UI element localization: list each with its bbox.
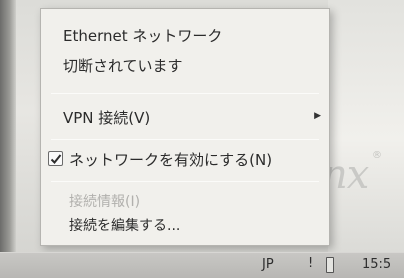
submenu-arrow-icon: ▶ (314, 111, 321, 121)
ethernet-header: Ethernet ネットワーク (41, 25, 329, 45)
enable-network-checkbox[interactable] (48, 151, 63, 166)
separator (51, 181, 319, 182)
clock[interactable]: 15:5 (362, 257, 391, 272)
separator (51, 139, 319, 140)
screen-bezel (0, 0, 16, 278)
enable-network-label: ネットワークを有効にする(N) (69, 151, 273, 169)
alert-icon[interactable]: ! (308, 256, 313, 271)
ethernet-header-label: Ethernet ネットワーク (63, 27, 223, 45)
desktop-brand-mark: ® (372, 150, 382, 161)
ethernet-status: 切断されています (41, 55, 329, 75)
keyboard-layout-indicator[interactable]: JP (262, 257, 274, 272)
battery-icon[interactable] (326, 257, 334, 273)
checkmark-icon (50, 154, 62, 164)
taskbar: JP ! 15:5 (0, 252, 404, 278)
edit-connections-menu-item[interactable]: 接続を編集する... (41, 215, 329, 237)
screen: nx ® Ethernet ネットワーク 切断されています VPN 接続(V) … (0, 0, 404, 278)
connection-info-label: 接続情報(I) (69, 194, 141, 210)
edit-connections-label: 接続を編集する... (69, 218, 181, 234)
vpn-connection-menu-item[interactable]: VPN 接続(V) ▶ (41, 105, 329, 129)
enable-network-menu-item[interactable]: ネットワークを有効にする(N) (41, 147, 329, 171)
connection-info-menu-item: 接続情報(I) (41, 191, 329, 211)
desktop-background (328, 0, 404, 278)
network-menu: Ethernet ネットワーク 切断されています VPN 接続(V) ▶ ネット… (40, 8, 330, 246)
vpn-connection-label: VPN 接続(V) (63, 109, 151, 127)
separator (51, 93, 319, 94)
ethernet-status-label: 切断されています (63, 57, 183, 75)
